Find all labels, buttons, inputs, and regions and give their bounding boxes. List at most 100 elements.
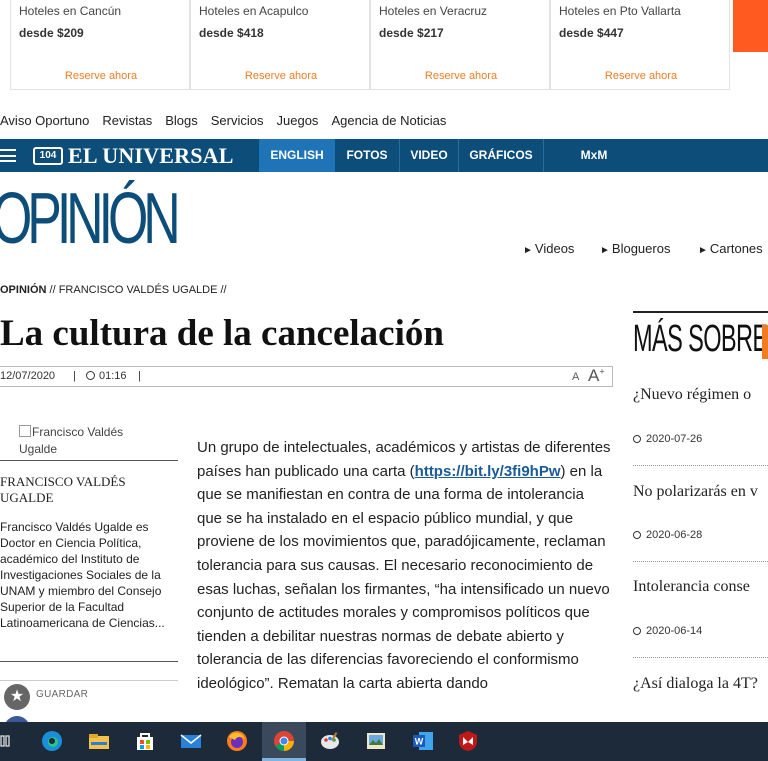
divider	[633, 311, 768, 313]
author-photo-alt: Francisco Valdés Ugalde	[19, 425, 124, 456]
reserve-link[interactable]: Reserve ahora	[191, 70, 371, 82]
clock-icon	[633, 435, 641, 443]
author-name[interactable]: FRANCISCO VALDÉS UGALDE	[0, 474, 178, 506]
section-link-cartones[interactable]: ► Cartones	[698, 241, 763, 256]
hotel-card[interactable]: Hoteles en Acapulco desde $418 Reserve a…	[190, 0, 370, 90]
nav-mxm[interactable]: MxM	[560, 139, 628, 172]
play-arrow-icon: ►	[523, 245, 533, 256]
related-article-title[interactable]: ¿Así dialoga la 4T?	[633, 675, 758, 693]
nav-video[interactable]: VIDEO	[400, 139, 458, 172]
hotel-card[interactable]: Hoteles en Veracruz desde $217 Reserve a…	[370, 0, 550, 90]
hotel-name: Hoteles en Veracruz	[379, 4, 488, 18]
more-about-title: MÁS SOBRE E	[633, 318, 768, 360]
related-article-date: 2020-07-26	[633, 433, 702, 445]
divider	[633, 657, 768, 658]
hotel-name: Hoteles en Cancún	[19, 4, 122, 18]
site-logo[interactable]: EL UNIVERSAL	[68, 143, 234, 169]
article-link[interactable]: https://bit.ly/3fi9hPw	[415, 463, 561, 480]
firefox-icon[interactable]	[225, 729, 249, 753]
task-view-icon[interactable]	[0, 729, 14, 753]
section-link-label: Videos	[534, 241, 575, 256]
mail-icon[interactable]	[179, 729, 203, 753]
related-article-title[interactable]: ¿Nuevo régimen o	[633, 386, 751, 404]
nav-blogs[interactable]: Blogs	[165, 113, 198, 128]
section-link-label: Blogueros	[611, 241, 671, 256]
nav-divider	[543, 139, 544, 172]
breadcrumb-sep: //	[49, 284, 56, 296]
meta-divider: |	[73, 370, 76, 382]
taskbar: W	[0, 722, 768, 761]
store-icon[interactable]	[133, 729, 157, 753]
plus-icon: +	[599, 366, 605, 377]
hotel-price: desde $217	[379, 26, 444, 40]
reserve-link[interactable]: Reserve ahora	[551, 70, 731, 82]
section-link-blogueros[interactable]: ► Blogueros	[600, 241, 670, 256]
accent-bar	[762, 325, 768, 359]
nav-revistas[interactable]: Revistas	[102, 113, 152, 128]
top-nav: Aviso Oportuno Revistas Blogs Servicios Jueg…	[0, 113, 459, 133]
meta-divider: |	[138, 370, 141, 382]
related-article-title[interactable]: Intolerancia conse	[633, 578, 750, 596]
nav-agencia-de-noticias[interactable]: Agencia de Noticias	[331, 113, 446, 128]
broken-image-icon	[19, 425, 31, 437]
nav-aviso-oportuno[interactable]: Aviso Oportuno	[0, 113, 89, 128]
page: Hoteles en Cancún desde $209 Reserve aho…	[0, 0, 768, 761]
hotel-name: Hoteles en Acapulco	[199, 4, 309, 18]
article-date: 12/07/2020	[0, 370, 56, 382]
main-nav-bar: 104 EL UNIVERSAL ENGLISH FOTOS VIDEO GRÁ…	[0, 139, 768, 172]
hotel-price: desde $447	[559, 26, 624, 40]
chrome-icon[interactable]	[272, 729, 296, 753]
bookmark-star-icon[interactable]: ★	[4, 684, 30, 710]
reserve-link[interactable]: Reserve ahora	[371, 70, 551, 82]
image-viewer-icon[interactable]	[364, 729, 388, 753]
breadcrumb-section[interactable]: OPINIÓN	[0, 284, 46, 296]
nav-servicios[interactable]: Servicios	[211, 113, 264, 128]
section-link-videos[interactable]: ► Videos	[523, 241, 574, 256]
save-button[interactable]: GUARDAR	[36, 689, 88, 700]
related-article-title[interactable]: No polarizarás en v	[633, 483, 758, 501]
related-article-date: 2020-06-28	[633, 529, 702, 541]
ad-banner-edge[interactable]	[733, 0, 768, 52]
nav-graficos[interactable]: GRÁFICOS	[459, 139, 543, 172]
edge-icon[interactable]	[40, 729, 64, 753]
nav-juegos[interactable]: Juegos	[277, 113, 319, 128]
reserve-link[interactable]: Reserve ahora	[11, 70, 191, 82]
clock-icon	[86, 371, 95, 380]
related-article-date: 2020-06-14	[633, 625, 702, 637]
mcafee-icon[interactable]	[456, 729, 480, 753]
divider	[0, 661, 178, 662]
nav-english[interactable]: ENGLISH	[259, 139, 335, 172]
related-article-date-label: 2020-07-26	[646, 433, 703, 445]
decrease-font-button[interactable]: A	[572, 371, 579, 383]
divider	[0, 460, 178, 461]
word-icon[interactable]: W	[411, 729, 435, 753]
breadcrumb-author[interactable]: FRANCISCO VALDÉS UGALDE	[59, 284, 218, 296]
hotel-card[interactable]: Hoteles en Cancún desde $209 Reserve aho…	[10, 0, 190, 90]
section-title: OPINIÓN	[0, 179, 181, 259]
article-time: 01:16	[99, 370, 127, 382]
file-explorer-icon[interactable]	[87, 729, 111, 753]
play-arrow-icon: ►	[698, 245, 708, 256]
clock-icon	[633, 627, 641, 635]
article-meta-bar: 12/07/2020 | 01:16 | A A+	[0, 366, 613, 387]
article-body: Un grupo de intelectuales, académicos y …	[197, 436, 613, 696]
hotel-price: desde $209	[19, 26, 84, 40]
hotel-card[interactable]: Hoteles en Pto Vallarta desde $447 Reser…	[550, 0, 730, 90]
paint-icon[interactable]	[318, 729, 342, 753]
article-title: La cultura de la cancelación	[0, 313, 444, 354]
hotel-name: Hoteles en Pto Vallarta	[559, 4, 681, 18]
increase-font-button[interactable]: A+	[588, 366, 605, 386]
author-photo: Francisco Valdés Ugalde	[19, 424, 149, 458]
breadcrumb-sep: //	[220, 284, 227, 296]
logo-badge-icon: 104	[33, 147, 63, 165]
breadcrumb: OPINIÓN // FRANCISCO VALDÉS UGALDE //	[0, 284, 227, 296]
hamburger-menu-icon[interactable]	[0, 149, 16, 162]
clock-icon	[633, 531, 641, 539]
play-arrow-icon: ►	[600, 245, 610, 256]
nav-fotos[interactable]: FOTOS	[335, 139, 399, 172]
divider	[633, 561, 768, 562]
divider	[0, 680, 178, 681]
hotel-ad-strip: Hoteles en Cancún desde $209 Reserve aho…	[0, 0, 768, 92]
body-text-2: ) en la que se manifiestan en contra de …	[197, 462, 610, 692]
related-article-date-label: 2020-06-28	[646, 529, 703, 541]
